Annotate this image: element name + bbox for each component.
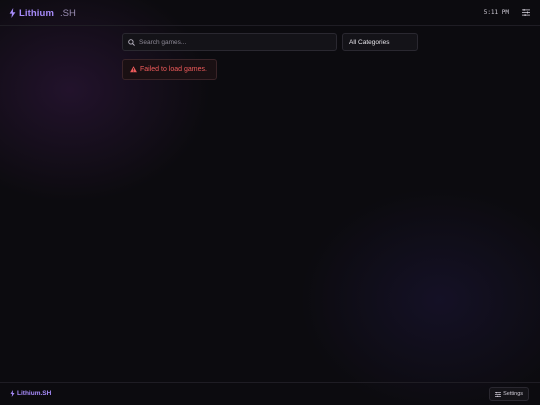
lightning-bolt-icon [10, 390, 15, 397]
menu-button[interactable] [520, 7, 531, 18]
top-bar: Lithium .SH 5:11 PM [0, 0, 540, 26]
search-input[interactable] [139, 38, 329, 46]
error-message: Failed to load games. [122, 59, 217, 80]
settings-label: Settings [503, 391, 523, 397]
error-text: Failed to load games. [140, 66, 207, 73]
footer: Lithium.SH Settings [0, 382, 540, 405]
brand-logo[interactable]: Lithium .SH [9, 6, 76, 20]
settings-icon [495, 391, 502, 397]
brand-name: Lithium [19, 7, 54, 19]
category-select[interactable]: All Categories [342, 33, 418, 51]
footer-brand[interactable]: Lithium.SH [10, 390, 51, 397]
lightning-bolt-icon [9, 8, 16, 18]
warning-icon [130, 66, 137, 73]
sliders-icon [521, 9, 530, 16]
footer-brand-text: Lithium.SH [17, 390, 52, 397]
settings-button[interactable]: Settings [489, 387, 529, 401]
category-select-value: All Categories [349, 38, 390, 46]
clock-display: 5:11 PM [483, 9, 509, 16]
app-page: Lithium .SH 5:11 PM Search games... All … [0, 0, 540, 405]
brand-suffix: .SH [60, 7, 76, 19]
search-icon [128, 38, 135, 46]
search-box[interactable] [122, 33, 337, 51]
